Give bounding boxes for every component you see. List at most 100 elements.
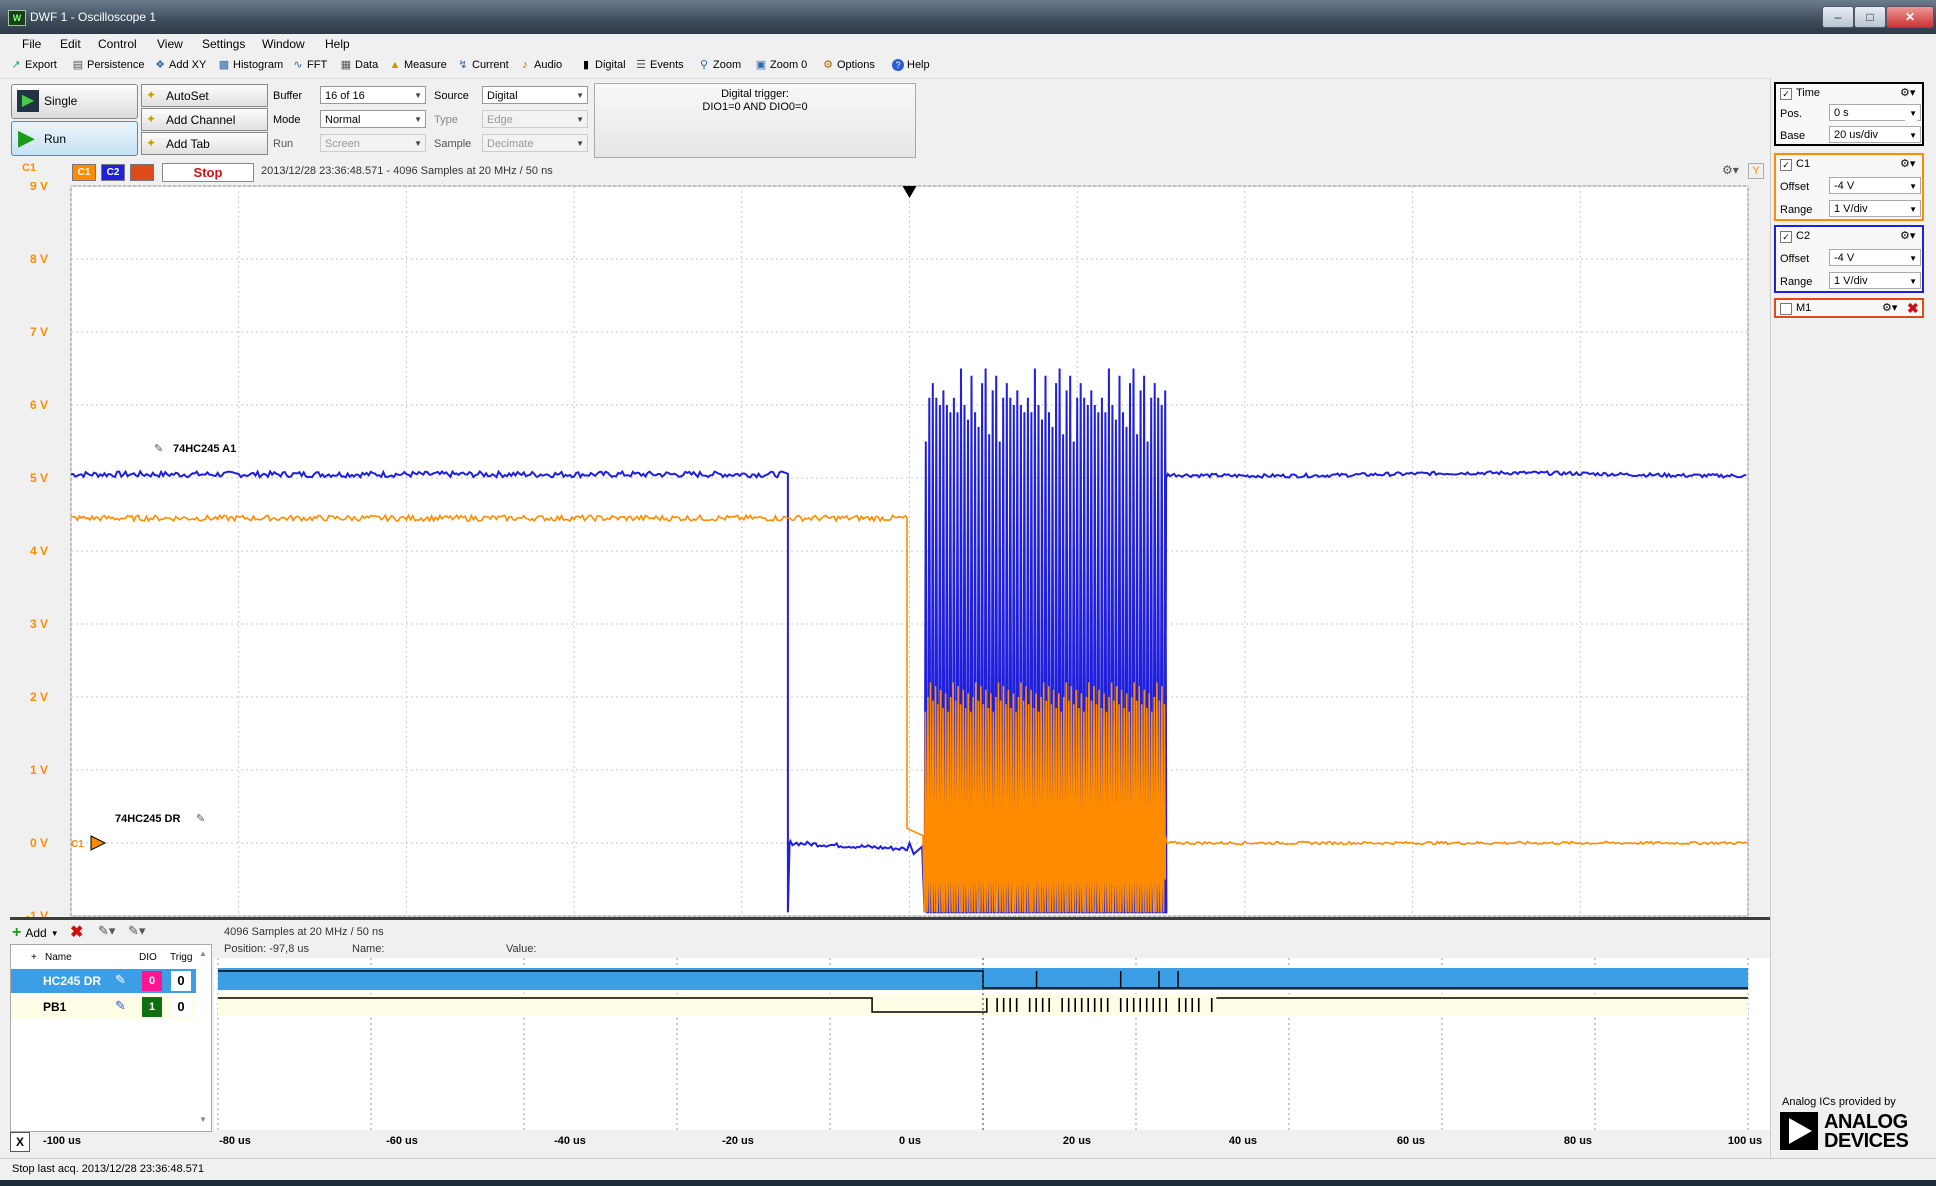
c2-chip[interactable]: C2 bbox=[101, 164, 125, 181]
zoom0-button[interactable]: ▣ Zoom 0 bbox=[755, 59, 808, 71]
trigger-condition-cell[interactable]: 0 bbox=[171, 997, 191, 1017]
logic-waveforms[interactable] bbox=[214, 958, 1770, 1130]
remove-signal-icon[interactable]: ✖ bbox=[70, 922, 83, 942]
oscilloscope-plot[interactable]: 9 V 8 V 7 V 6 V 5 V 4 V 3 V 2 V 1 V 0 V -1 V 74HC24… bbox=[0, 182, 1770, 917]
options-button[interactable]: ⚙ Options bbox=[822, 59, 875, 71]
window-title: DWF 1 - Oscilloscope 1 bbox=[30, 10, 157, 24]
menu-help[interactable]: Help bbox=[325, 37, 350, 51]
buffer-select[interactable]: 16 of 16 ▼ bbox=[320, 86, 426, 104]
label-pin-icon: ✎ bbox=[154, 443, 163, 455]
dropdown-arrow-icon: ▼ bbox=[576, 139, 584, 148]
sample-select[interactable]: Decimate ▼ bbox=[482, 134, 588, 152]
add-tab-button[interactable]: ✦ Add Tab bbox=[141, 132, 268, 155]
c1-range-input[interactable]: 1 V/div ▼ bbox=[1829, 200, 1921, 217]
x-tick-label: 0 us bbox=[898, 1135, 921, 1147]
autoset-button[interactable]: ✦ AutoSet bbox=[141, 84, 268, 107]
status-bar: Stop last acq. 2013/12/28 23:36:48.571 bbox=[0, 1158, 1936, 1181]
scroll-down-icon[interactable]: ▼ bbox=[199, 1115, 207, 1124]
c1-offset-label: C1 bbox=[71, 839, 84, 850]
digital-icon: ▮ bbox=[582, 59, 590, 71]
add-signal-button[interactable]: + Add ▼ bbox=[12, 924, 59, 942]
histogram-button[interactable]: ▩ Histogram bbox=[218, 59, 283, 71]
c2-range-input[interactable]: 1 V/div ▼ bbox=[1829, 272, 1921, 289]
menu-file[interactable]: File bbox=[22, 37, 41, 51]
minimize-button[interactable]: – bbox=[1822, 6, 1854, 28]
pos-input[interactable]: 0 s ▼ bbox=[1829, 104, 1921, 122]
m1-settings-icon[interactable]: ⚙▾ bbox=[1882, 301, 1897, 314]
edit-channel-icon[interactable]: ✎ bbox=[115, 998, 126, 1014]
scroll-up-icon[interactable]: ▲ bbox=[199, 949, 207, 958]
source-label: Source bbox=[434, 90, 469, 102]
export-button[interactable]: ↗ Export bbox=[10, 59, 56, 71]
mode-select[interactable]: Normal ▼ bbox=[320, 110, 426, 128]
time-settings-icon[interactable]: ⚙▾ bbox=[1900, 86, 1915, 99]
close-button[interactable]: ✕ bbox=[1886, 6, 1934, 28]
time-title: Time bbox=[1796, 87, 1821, 99]
c1-chip[interactable]: C1 bbox=[72, 164, 96, 181]
plot-settings-icon[interactable]: ⚙▾ bbox=[1722, 163, 1739, 177]
events-button[interactable]: ☰ Events bbox=[635, 59, 684, 71]
x-tick-label: 60 us bbox=[1396, 1135, 1426, 1147]
dropdown-arrow-icon: ▼ bbox=[50, 928, 59, 938]
c2-settings-icon[interactable]: ⚙▾ bbox=[1900, 229, 1915, 242]
base-input[interactable]: 20 us/div ▼ bbox=[1829, 126, 1921, 143]
fft-button[interactable]: ∿ FFT bbox=[292, 59, 327, 71]
menu-window[interactable]: Window bbox=[262, 37, 305, 51]
digital-button[interactable]: ▮ Digital bbox=[580, 59, 626, 71]
menu-view[interactable]: View bbox=[157, 37, 183, 51]
menu-settings[interactable]: Settings bbox=[202, 37, 245, 51]
c1-checkbox[interactable]: ✓ bbox=[1780, 159, 1792, 171]
c2-offset-input[interactable]: -4 V ▼ bbox=[1829, 249, 1921, 266]
menu-control[interactable]: Control bbox=[98, 37, 137, 51]
audio-button[interactable]: ♪ Audio bbox=[519, 59, 562, 71]
c2-title: C2 bbox=[1796, 230, 1811, 242]
c1-panel: ✓ C1 ⚙▾ Offset -4 V ▼ Range 1 V/div ▼ bbox=[1774, 153, 1924, 221]
add-xy-button[interactable]: ❖ Add XY bbox=[154, 59, 206, 71]
channel-row-pb1[interactable]: PB1 ✎ 1 0 bbox=[11, 995, 196, 1019]
y-tick-label: 6 V bbox=[30, 398, 48, 412]
data-table-icon: ▦ bbox=[340, 59, 352, 71]
edit-channel-icon[interactable]: ✎ bbox=[115, 972, 126, 988]
c2-checkbox[interactable]: ✓ bbox=[1780, 231, 1792, 243]
pos-label: Pos. bbox=[1780, 108, 1803, 120]
type-select[interactable]: Edge ▼ bbox=[482, 110, 588, 128]
edit-signal-icon[interactable]: ✎▾ bbox=[98, 923, 115, 939]
branding-text: Analog ICs provided by bbox=[1782, 1096, 1896, 1108]
menu-edit[interactable]: Edit bbox=[60, 37, 81, 51]
channel-row-hc245-dr[interactable]: HC245 DR ✎ 0 0 bbox=[11, 969, 196, 993]
title-bar: W DWF 1 - Oscilloscope 1 – □ ✕ bbox=[0, 0, 1936, 34]
maximize-button[interactable]: □ bbox=[1854, 6, 1886, 28]
zoom-reset-icon: ▣ bbox=[755, 59, 767, 71]
run-button[interactable]: ▶ Run bbox=[11, 121, 138, 156]
y-tick-label: 0 V bbox=[30, 836, 48, 850]
y-axis-button[interactable]: Y bbox=[1748, 163, 1764, 179]
time-checkbox[interactable]: ✓ bbox=[1780, 88, 1792, 100]
zoom-button[interactable]: ⚲ Zoom bbox=[698, 59, 741, 71]
plus-icon: + bbox=[12, 924, 22, 941]
measure-button[interactable]: ▲ Measure bbox=[389, 59, 447, 71]
add-channel-button[interactable]: ✦ Add Channel bbox=[141, 108, 268, 131]
data-button[interactable]: ▦ Data bbox=[340, 59, 378, 71]
time-panel: ✓ Time ⚙▾ Pos. 0 s ▼ Base 20 us/div ▼ bbox=[1774, 82, 1924, 146]
trigger-condition-cell[interactable]: 0 bbox=[171, 971, 191, 991]
expand-column: + bbox=[31, 952, 37, 963]
current-button[interactable]: ↯ Current bbox=[457, 59, 508, 71]
series-label-dr: 74HC245 DR bbox=[115, 813, 180, 825]
c1-settings-icon[interactable]: ⚙▾ bbox=[1900, 157, 1915, 170]
channel-list: + Name DIO Trigg ▲ ▼ HC245 DR ✎ 0 0 PB1 … bbox=[10, 944, 212, 1132]
channel-indicator: C1 bbox=[22, 162, 37, 174]
persistence-button[interactable]: ▤ Persistence bbox=[72, 59, 145, 71]
m1-checkbox[interactable] bbox=[1780, 303, 1792, 315]
dropdown-arrow-icon: ▼ bbox=[1905, 105, 1917, 122]
events-icon: ☰ bbox=[636, 59, 646, 71]
run-mode-select[interactable]: Screen ▼ bbox=[320, 134, 426, 152]
m1-chip[interactable]: M1 bbox=[130, 164, 154, 181]
signal-settings-icon[interactable]: ✎▾ bbox=[128, 923, 145, 939]
c1-offset-input[interactable]: -4 V ▼ bbox=[1829, 177, 1921, 194]
source-select[interactable]: Digital ▼ bbox=[482, 86, 588, 104]
x-tick-label: -100 us bbox=[43, 1135, 81, 1147]
c2-offset-label: Offset bbox=[1780, 253, 1810, 265]
help-button[interactable]: ? Help bbox=[892, 59, 930, 71]
single-button[interactable]: ▶ Single bbox=[11, 84, 138, 119]
m1-remove-icon[interactable]: ✖ bbox=[1907, 300, 1919, 317]
